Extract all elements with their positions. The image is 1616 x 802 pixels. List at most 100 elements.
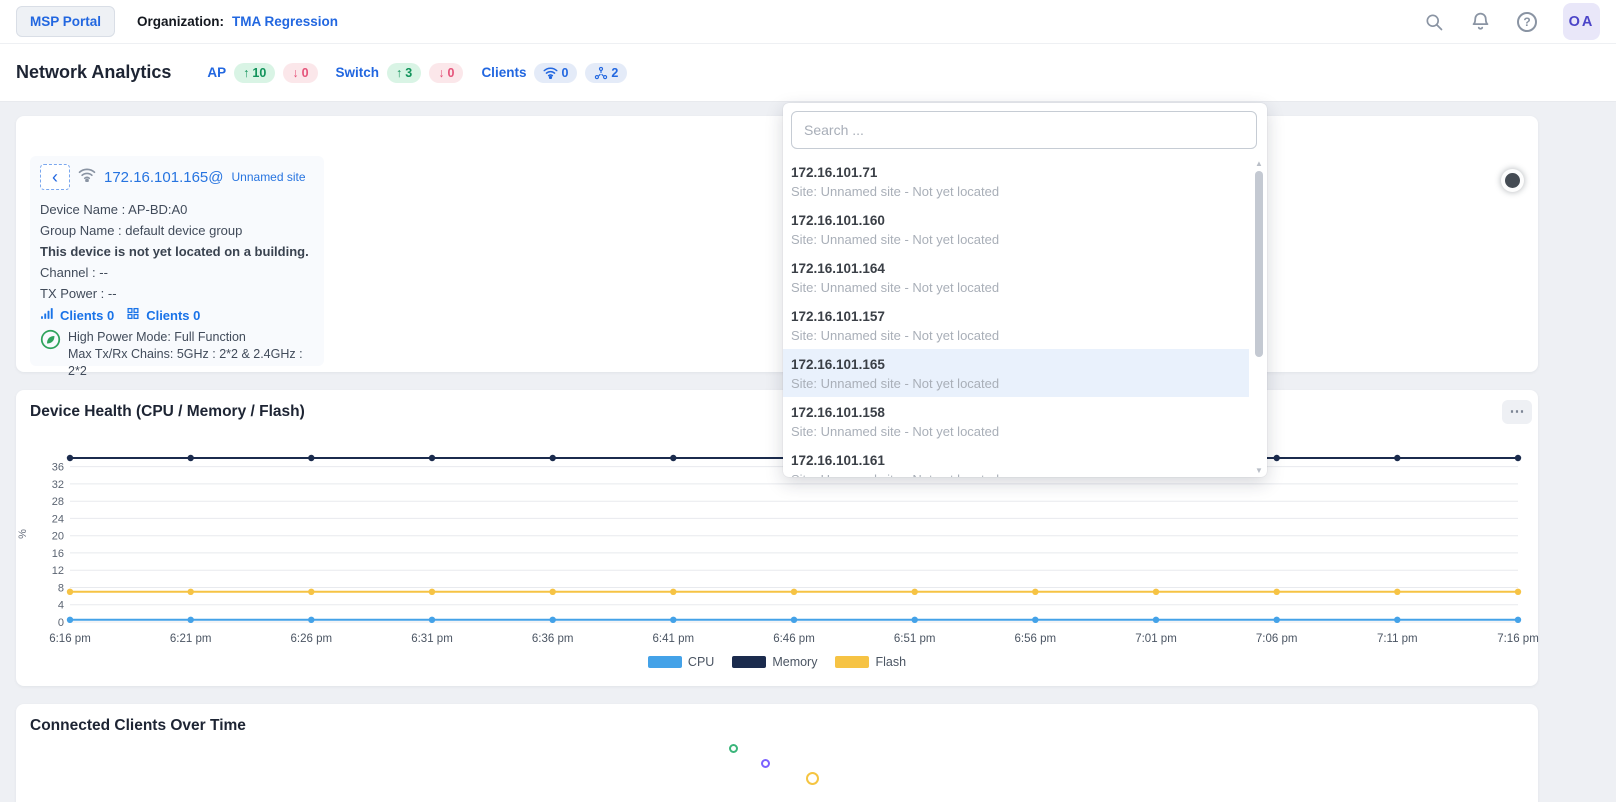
page-title: Network Analytics [16,62,171,83]
wired-clients-link[interactable]: Clients 0 [146,308,200,323]
device-list-item[interactable]: 172.16.101.160 Site: Unnamed site - Not … [783,205,1249,253]
map-location-marker[interactable] [1505,173,1520,188]
chart-legend: CPU Memory Flash [16,652,1538,672]
legend-swatch [648,656,682,668]
switch-up-badge: ↑3 [387,63,421,83]
device-site-link[interactable]: Unnamed site [232,170,306,184]
svg-text:20: 20 [52,531,64,543]
clients-link[interactable]: Clients [481,65,526,80]
ap-up-badge: ↑10 [234,63,275,83]
arrow-up-icon: ↑ [243,66,249,80]
device-list-item[interactable]: 172.16.101.164 Site: Unnamed site - Not … [783,253,1249,301]
signal-bars-icon [40,307,54,325]
device-dropdown: 172.16.101.71 Site: Unnamed site - Not y… [783,103,1267,477]
power-mode-text: High Power Mode: Full Function [68,330,246,344]
loading-dot [729,744,738,753]
page-header: Network Analytics AP ↑10 ↓0 Switch ↑3 ↓0… [0,44,1616,102]
switch-link[interactable]: Switch [336,65,380,80]
back-chevron-button[interactable]: ‹ [40,164,70,190]
legend-item-memory[interactable]: Memory [732,655,817,669]
arrow-down-icon: ↓ [292,66,298,80]
ap-down-badge: ↓0 [283,63,317,83]
svg-text:32: 32 [52,479,64,491]
device-list: 172.16.101.71 Site: Unnamed site - Not y… [783,157,1249,477]
arrow-up-icon: ↑ [396,66,402,80]
svg-text:6:41 pm: 6:41 pm [653,633,695,645]
legend-label: Flash [875,655,906,669]
svg-text:7:06 pm: 7:06 pm [1256,633,1298,645]
avatar[interactable]: OA [1563,3,1600,40]
device-ip-link[interactable]: 172.16.101.165@ [104,169,224,186]
scroll-up-icon[interactable]: ▲ [1253,159,1265,168]
device-list-item[interactable]: 172.16.101.158 Site: Unnamed site - Not … [783,397,1249,445]
device-stats: AP ↑10 ↓0 Switch ↑3 ↓0 Clients 0 2 [197,63,627,83]
device-list-item[interactable]: 172.16.101.161 Site: Unnamed site - Not … [783,445,1249,477]
help-icon[interactable]: ? [1517,12,1537,32]
loading-dot [806,772,819,785]
svg-text:6:56 pm: 6:56 pm [1015,633,1057,645]
svg-text:6:16 pm: 6:16 pm [49,633,91,645]
device-health-card: Device Health (CPU / Memory / Flash) ⋯ %… [16,390,1538,686]
device-name-text: Device Name : AP-BD:A0 [40,199,314,220]
organization-name-link[interactable]: TMA Regression [232,14,338,29]
y-axis-label: % [17,529,29,539]
legend-item-cpu[interactable]: CPU [648,655,714,669]
lan-ports-icon [126,307,140,325]
scroll-down-icon[interactable]: ▼ [1253,466,1265,475]
arrow-down-icon: ↓ [438,66,444,80]
svg-text:36: 36 [52,462,64,474]
svg-text:12: 12 [52,565,64,577]
legend-item-flash[interactable]: Flash [835,655,906,669]
device-list-item[interactable]: 172.16.101.71 Site: Unnamed site - Not y… [783,157,1249,205]
svg-text:24: 24 [52,513,64,525]
network-cluster-icon [594,66,608,80]
card-menu-icon[interactable]: ⋯ [1502,400,1532,424]
device-search-input[interactable] [791,111,1257,149]
connected-clients-title: Connected Clients Over Time [30,717,246,735]
channel-text: Channel : -- [40,262,314,283]
svg-text:0: 0 [58,617,64,629]
svg-text:6:31 pm: 6:31 pm [411,633,453,645]
svg-text:7:01 pm: 7:01 pm [1135,633,1177,645]
device-health-chart: 0 4 8 12 16 20 24 28 32 36 6:16 pm 6:21 pm 6:26 pm 6:… [40,450,1526,650]
svg-text:6:21 pm: 6:21 pm [170,633,212,645]
wifi-icon [78,167,96,187]
svg-text:28: 28 [52,496,64,508]
wifi-icon [543,66,558,79]
svg-text:6:26 pm: 6:26 pm [291,633,333,645]
device-list-item-selected[interactable]: 172.16.101.165 Site: Unnamed site - Not … [783,349,1249,397]
svg-text:16: 16 [52,548,64,560]
dropdown-scrollbar[interactable]: ▲ ▼ [1253,159,1265,475]
topbar: MSP Portal Organization: TMA Regression … [0,0,1616,44]
tx-power-text: TX Power : -- [40,283,314,304]
svg-text:8: 8 [58,583,64,595]
svg-text:7:16 pm: 7:16 pm [1497,633,1539,645]
legend-label: CPU [688,655,714,669]
ap-link[interactable]: AP [207,65,226,80]
map-card: ‹ 172.16.101.165@ Unnamed site Device Na… [16,116,1538,372]
svg-text:7:11 pm: 7:11 pm [1377,633,1418,645]
loading-dot [761,759,770,768]
svg-text:6:36 pm: 6:36 pm [532,633,574,645]
connected-clients-card: Connected Clients Over Time [16,704,1538,802]
notifications-bell-icon[interactable] [1470,11,1491,32]
location-note-text: This device is not yet located on a buil… [40,241,314,262]
eco-power-icon [40,329,61,380]
legend-swatch [732,656,766,668]
legend-swatch [835,656,869,668]
wireless-clients-link[interactable]: Clients 0 [60,308,114,323]
device-list-item[interactable]: 172.16.101.157 Site: Unnamed site - Not … [783,301,1249,349]
device-info-panel: ‹ 172.16.101.165@ Unnamed site Device Na… [30,156,324,366]
switch-down-badge: ↓0 [429,63,463,83]
svg-text:6:51 pm: 6:51 pm [894,633,936,645]
chains-text: Max Tx/Rx Chains: 5GHz : 2*2 & 2.4GHz : … [68,347,303,378]
msp-portal-button[interactable]: MSP Portal [16,6,115,37]
clients-wired-badge: 2 [585,63,627,83]
group-name-text: Group Name : default device group [40,220,314,241]
search-icon[interactable] [1424,12,1444,32]
legend-label: Memory [772,655,817,669]
scrollbar-thumb[interactable] [1255,171,1263,357]
svg-text:4: 4 [58,600,64,612]
organization-label: Organization: [137,14,224,29]
device-health-title: Device Health (CPU / Memory / Flash) [30,403,305,421]
